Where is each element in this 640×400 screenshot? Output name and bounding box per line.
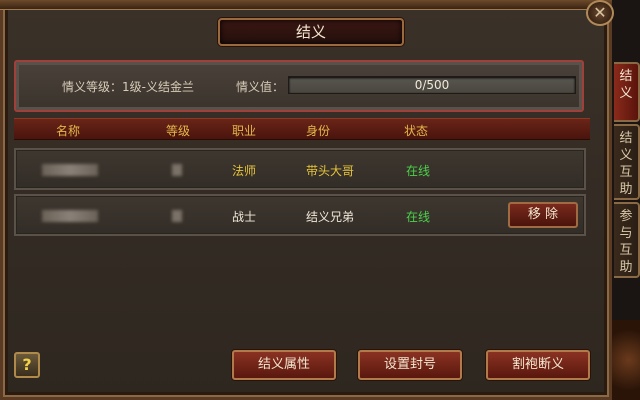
table-row[interactable]: 法师 带头大哥 在线 <box>14 148 586 190</box>
member-job: 法师 <box>232 164 257 178</box>
table-header: 名称 等级 职业 身份 状态 <box>14 118 590 140</box>
close-icon: ✕ <box>593 3 607 22</box>
sever-bond-button[interactable]: 割袍断义 <box>486 350 590 380</box>
member-identity: 结义兄弟 <box>306 210 355 224</box>
member-level <box>172 210 182 222</box>
member-job: 战士 <box>232 210 257 224</box>
remove-member-button[interactable]: 移 除 <box>508 202 578 228</box>
member-name <box>42 210 98 222</box>
side-ornament <box>612 320 640 400</box>
side-tabs: 结义 结义互助 参与互助 <box>612 50 640 400</box>
bond-level-label: 情义等级：1级-义结金兰 <box>62 80 194 94</box>
member-identity: 带头大哥 <box>306 164 355 178</box>
header-name: 名称 <box>56 124 81 138</box>
bond-progress-text: 0/500 <box>414 78 450 92</box>
member-status: 在线 <box>406 164 431 178</box>
set-title-button[interactable]: 设置封号 <box>358 350 462 380</box>
header-status: 状态 <box>404 124 429 138</box>
member-name <box>42 164 98 176</box>
header-identity: 身份 <box>306 124 331 138</box>
table-row[interactable]: 战士 结义兄弟 在线 移 除 <box>14 194 586 236</box>
bond-attributes-button[interactable]: 结义属性 <box>232 350 336 380</box>
header-level: 等级 <box>166 124 191 138</box>
bond-value-label: 情义值： <box>236 80 285 94</box>
member-level <box>172 164 182 176</box>
tab-join-assist[interactable]: 参与互助 <box>614 202 640 278</box>
top-border <box>0 0 612 10</box>
bond-progress-bar: 0/500 <box>288 76 576 94</box>
window-title: 结义 <box>218 18 404 46</box>
tab-bond[interactable]: 结义 <box>614 62 640 122</box>
member-status: 在线 <box>406 210 431 224</box>
tab-bond-assist[interactable]: 结义互助 <box>614 124 640 200</box>
help-button[interactable]: ? <box>14 352 40 378</box>
info-panel: 情义等级：1级-义结金兰 情义值： 0/500 <box>14 60 584 112</box>
close-button[interactable]: ✕ <box>586 0 614 26</box>
header-job: 职业 <box>232 124 257 138</box>
